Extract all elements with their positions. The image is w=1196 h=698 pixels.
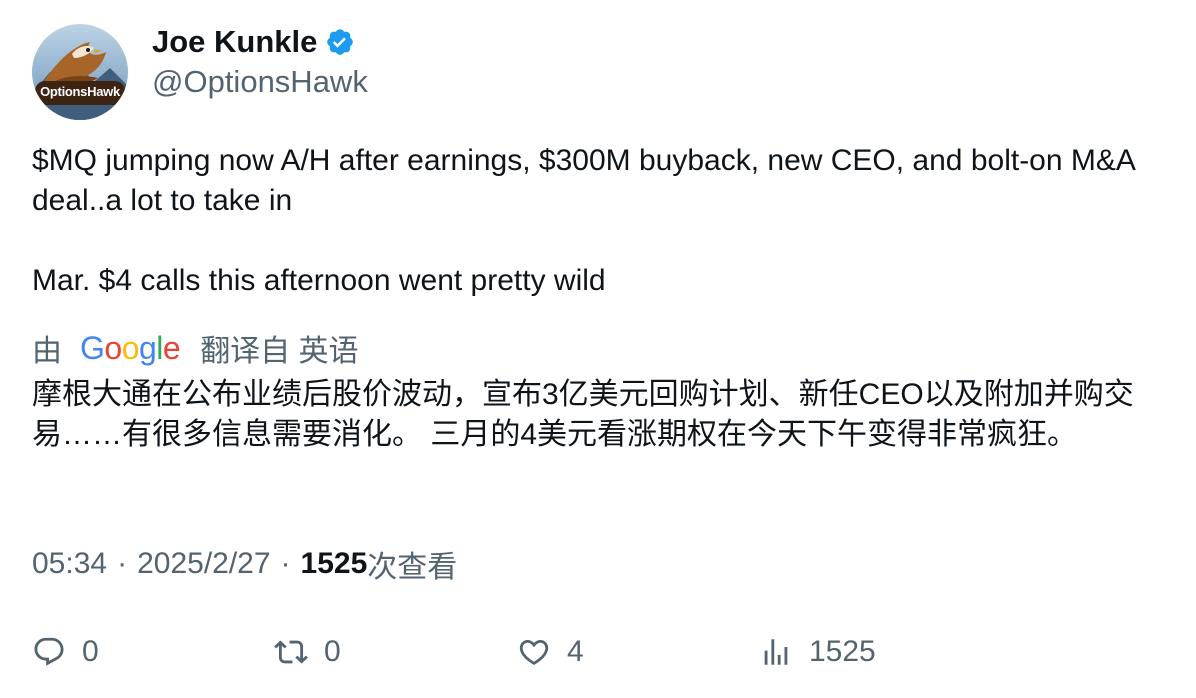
retweet-count: 0 (324, 635, 341, 668)
views-icon (764, 639, 788, 665)
author-display-name[interactable]: Joe Kunkle (152, 22, 355, 62)
hawk-logo-image (32, 24, 128, 120)
views-button[interactable]: 1525 (759, 630, 876, 674)
action-bar: 0 0 4 1525 (32, 630, 1172, 674)
like-count: 4 (567, 635, 584, 668)
views-label: 次查看 (367, 551, 458, 584)
meta-separator: · (280, 547, 291, 580)
like-button[interactable]: 4 (517, 630, 584, 674)
translation-prefix: 由 (32, 335, 62, 368)
tweet-date[interactable]: 2025/2/27 (137, 547, 270, 581)
tweet-paragraph: Mar. $4 calls this afternoon went pretty… (32, 264, 606, 297)
avatar[interactable]: OptionsHawk (32, 24, 128, 120)
avatar-logo-text: OptionsHawk (40, 84, 120, 99)
meta-separator: · (117, 547, 128, 580)
google-logo: Google (80, 329, 181, 366)
reply-icon (34, 637, 64, 666)
retweet-button[interactable]: 0 (274, 630, 341, 674)
verified-badge-icon (325, 27, 355, 57)
reply-count: 0 (82, 635, 99, 668)
views-action-count: 1525 (809, 635, 876, 668)
tweet-text: $MQ jumping now A/H after earnings, $300… (32, 141, 1172, 301)
display-name-text: Joe Kunkle (152, 24, 318, 59)
author-handle[interactable]: @OptionsHawk (152, 62, 368, 102)
translation-attribution[interactable]: 由 Google 翻译自 英语 (32, 327, 359, 369)
tweet-time[interactable]: 05:34 (32, 547, 107, 581)
tweet-paragraph: $MQ jumping now A/H after earnings, $300… (32, 144, 1135, 217)
views-count: 1525 (300, 547, 368, 580)
translation-suffix: 翻译自 英语 (200, 335, 359, 368)
reply-button[interactable]: 0 (32, 630, 99, 674)
retweet-icon (274, 640, 308, 664)
translated-text: 摩根大通在公布业绩后股价波动，宣布3亿美元回购计划、新任CEO以及附加并购交易…… (32, 378, 1134, 451)
tweet-meta: 05:34 · 2025/2/27 · 1525 次查看 (32, 543, 457, 585)
like-icon (519, 639, 549, 665)
